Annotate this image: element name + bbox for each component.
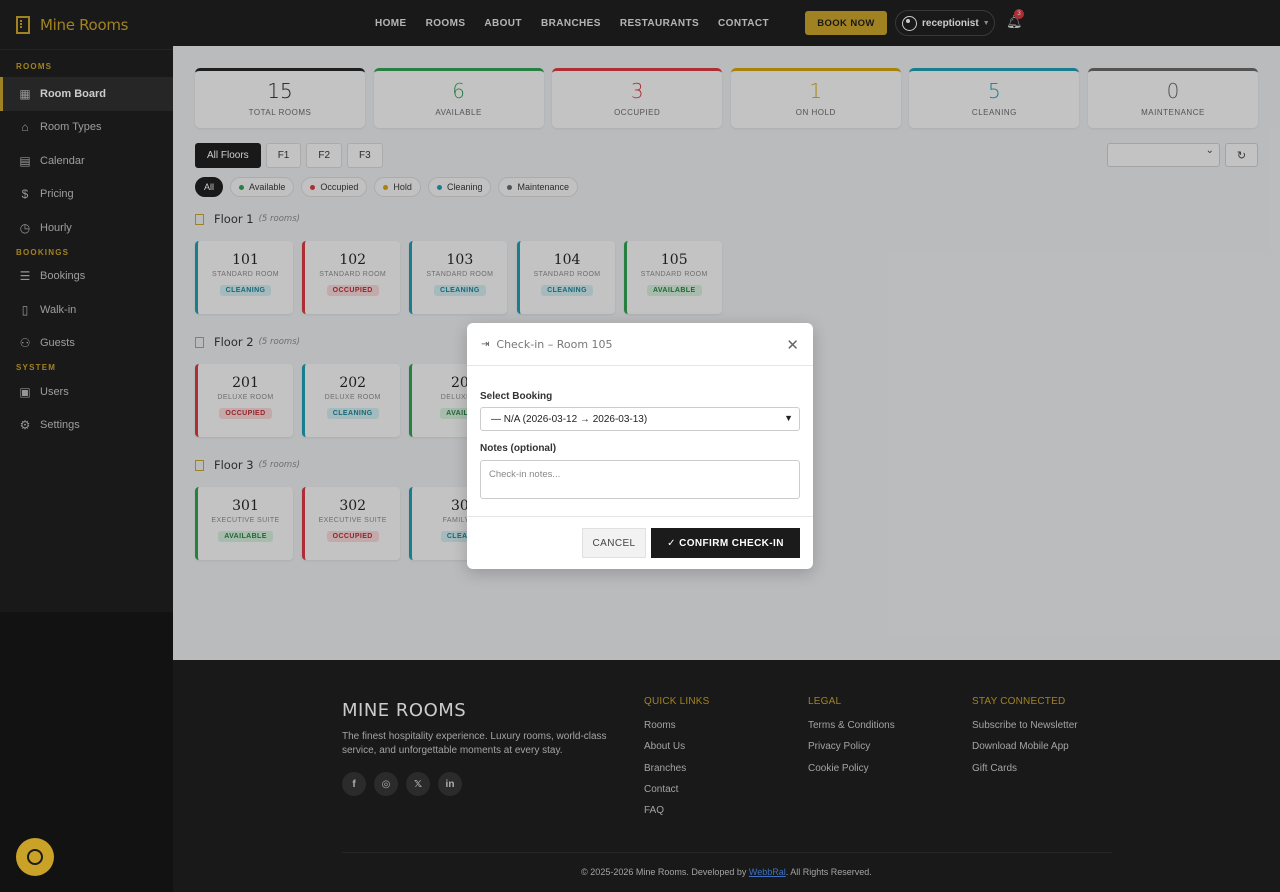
modal-footer-divider bbox=[467, 516, 813, 517]
checkin-modal: ⇥ Check-in – Room 105 ✕ Select Booking —… bbox=[467, 323, 813, 569]
login-icon: ⇥ bbox=[481, 338, 490, 350]
booking-select[interactable]: — N/A (2026-03-12 → 2026-03-13) ▼ bbox=[480, 407, 800, 431]
notes-label: Notes (optional) bbox=[480, 443, 557, 454]
modal-title: Check-in – Room 105 bbox=[496, 337, 613, 351]
select-booking-label: Select Booking bbox=[480, 391, 553, 402]
assistant-icon bbox=[27, 849, 43, 865]
chat-assistant-button[interactable] bbox=[16, 838, 54, 876]
close-icon[interactable]: ✕ bbox=[786, 336, 799, 354]
notes-textarea[interactable]: Check-in notes... bbox=[480, 460, 800, 499]
booking-select-value: — N/A (2026-03-12 → 2026-03-13) bbox=[491, 413, 648, 425]
chevron-down-icon: ▼ bbox=[784, 413, 793, 423]
modal-header: ⇥ Check-in – Room 105 bbox=[467, 323, 813, 366]
cancel-button[interactable]: CANCEL bbox=[582, 528, 646, 558]
confirm-checkin-button[interactable]: ✓ CONFIRM CHECK-IN bbox=[651, 528, 800, 558]
